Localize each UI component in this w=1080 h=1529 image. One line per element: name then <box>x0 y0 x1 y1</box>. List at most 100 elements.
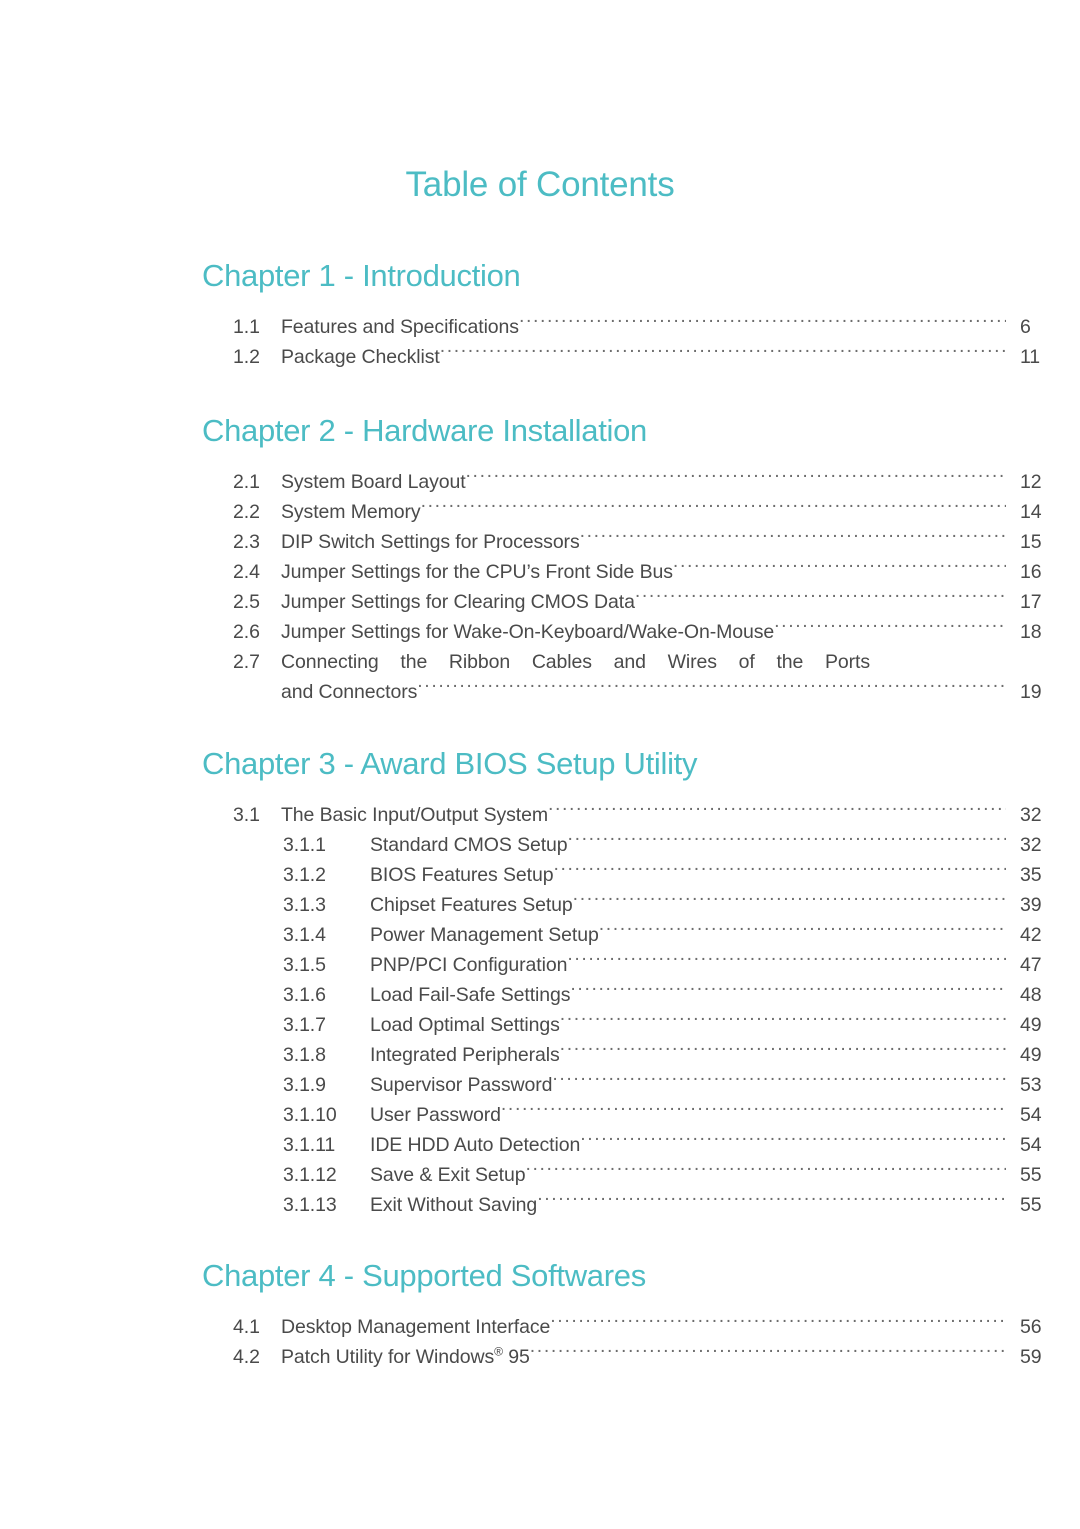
toc-entry-list: 1.1 Features and Specifications 6 1.2 Packag… <box>0 291 1080 372</box>
toc-entry-number: 3.1.6 <box>283 984 326 1006</box>
toc-entry-label: Patch Utility for Windows® 95 <box>281 1342 530 1372</box>
dot-leader <box>568 832 1006 852</box>
chapter-block: Chapter 3 - Award BIOS Setup Utility 3.1 T… <box>0 707 1080 1220</box>
toc-entry[interactable]: 3.1.1 Standard CMOS Setup 32 <box>0 830 1080 860</box>
toc-entry[interactable]: 3.1.9 Supervisor Password 53 <box>0 1070 1080 1100</box>
dot-leader <box>673 559 1006 579</box>
toc-entry-label: Jumper Settings for the CPU’s Front Side… <box>281 561 673 583</box>
toc-entry-page-number: 19 <box>1020 681 1042 703</box>
toc-entry-label: Desktop Management Interface <box>281 1316 551 1338</box>
toc-entry-page-number: 54 <box>1020 1104 1042 1126</box>
toc-entry[interactable]: 3.1 The Basic Input/Output System 32 <box>0 800 1080 830</box>
toc-entry-label: Jumper Settings for Wake-On-Keyboard/Wak… <box>281 621 775 643</box>
toc-entry-label: Connecting the Ribbon Cables and Wires o… <box>281 651 870 673</box>
chapter-heading[interactable]: Chapter 2 - Hardware Installation <box>0 415 1080 446</box>
toc-entry-label-text: Patch Utility for Windows <box>281 1346 495 1368</box>
toc-entry-page-number: 14 <box>1020 501 1042 523</box>
toc-entry[interactable]: 2.7 Connecting the Ribbon Cables and Wire… <box>0 647 1080 707</box>
dot-leader <box>466 469 1006 489</box>
toc-entry[interactable]: 3.1.12 Save & Exit Setup 55 <box>0 1160 1080 1190</box>
toc-entry-label: System Board Layout <box>281 471 466 493</box>
toc-entry[interactable]: 3.1.11 IDE HDD Auto Detection 54 <box>0 1130 1080 1160</box>
dot-leader <box>530 1344 1006 1364</box>
toc-entry[interactable]: 1.1 Features and Specifications 6 <box>0 312 1080 342</box>
dot-leader <box>570 982 1006 1002</box>
toc-entry-number: 2.3 <box>233 531 260 553</box>
toc-entry-label-continued: and Connectors <box>281 681 418 703</box>
toc-entry-number: 3.1 <box>233 804 260 826</box>
toc-entry-label: System Memory <box>281 501 421 523</box>
toc-entry-number: 3.1.7 <box>283 1014 326 1036</box>
toc-entry-number: 3.1.13 <box>283 1194 337 1216</box>
toc-entry-number: 2.5 <box>233 591 260 613</box>
toc-entry[interactable]: 4.2 Patch Utility for Windows® 95 59 <box>0 1342 1080 1372</box>
toc-entry[interactable]: 3.1.13 Exit Without Saving 55 <box>0 1190 1080 1220</box>
toc-entry-number: 1.1 <box>233 316 260 338</box>
toc-entry-page-number: 15 <box>1020 531 1042 553</box>
toc-entry-label: Package Checklist <box>281 346 440 368</box>
toc-entry[interactable]: 3.1.4 Power Management Setup 42 <box>0 920 1080 950</box>
toc-entry[interactable]: 1.2 Package Checklist 11 <box>0 342 1080 372</box>
toc-entry[interactable]: 3.1.10 User Password 54 <box>0 1100 1080 1130</box>
toc-entry-page-number: 39 <box>1020 894 1042 916</box>
toc-entry[interactable]: 3.1.5 PNP/PCI Configuration 47 <box>0 950 1080 980</box>
toc-entry[interactable]: 2.5 Jumper Settings for Clearing CMOS Dat… <box>0 587 1080 617</box>
toc-entry-list: 2.1 System Board Layout 12 2.2 System Memory… <box>0 446 1080 707</box>
dot-leader <box>567 952 1006 972</box>
dot-leader <box>550 1314 1006 1334</box>
dot-leader <box>552 1072 1006 1092</box>
toc-entry[interactable]: 4.1 Desktop Management Interface 56 <box>0 1312 1080 1342</box>
toc-entry[interactable]: 3.1.2 BIOS Features Setup 35 <box>0 860 1080 890</box>
toc-entry-label: Features and Specifications <box>281 316 519 338</box>
toc-entry[interactable]: 2.3 DIP Switch Settings for Processors 15 <box>0 527 1080 557</box>
toc-entry-page-number: 54 <box>1020 1134 1042 1156</box>
toc-entry-label-suffix: 95 <box>502 1346 530 1368</box>
chapters-container: Chapter 1 - Introduction 1.1 Features and … <box>0 202 1080 1372</box>
toc-entry-label: Power Management Setup <box>370 924 599 946</box>
dot-leader <box>560 1042 1006 1062</box>
toc-entry-number: 4.1 <box>233 1316 260 1338</box>
toc-entry-number: 3.1.9 <box>283 1074 326 1096</box>
toc-entry-number: 3.1.3 <box>283 894 326 916</box>
toc-entry[interactable]: 2.6 Jumper Settings for Wake-On-Keyboard/… <box>0 617 1080 647</box>
toc-entry[interactable]: 3.1.3 Chipset Features Setup 39 <box>0 890 1080 920</box>
toc-entry-page-number: 32 <box>1020 834 1042 856</box>
dot-leader <box>580 529 1006 549</box>
toc-entry-number: 3.1.8 <box>283 1044 326 1066</box>
toc-entry[interactable]: 3.1.7 Load Optimal Settings 49 <box>0 1010 1080 1040</box>
toc-entry-line: and Connectors 19 <box>0 677 1080 707</box>
toc-entry-label: The Basic Input/Output System <box>281 804 548 826</box>
toc-entry-page-number: 32 <box>1020 804 1042 826</box>
toc-entry-number: 3.1.12 <box>283 1164 337 1186</box>
toc-entry-label: Standard CMOS Setup <box>370 834 568 856</box>
toc-entry-number: 4.2 <box>233 1346 260 1368</box>
toc-entry-page-number: 18 <box>1020 621 1042 643</box>
toc-entry-page-number: 17 <box>1020 591 1042 613</box>
toc-entry-number: 3.1.11 <box>283 1134 336 1156</box>
toc-entry[interactable]: 2.2 System Memory 14 <box>0 497 1080 527</box>
toc-entry[interactable]: 2.1 System Board Layout 12 <box>0 467 1080 497</box>
chapter-heading[interactable]: Chapter 4 - Supported Softwares <box>0 1260 1080 1291</box>
toc-entry-page-number: 55 <box>1020 1164 1042 1186</box>
toc-entry-page-number: 53 <box>1020 1074 1042 1096</box>
toc-entry[interactable]: 2.4 Jumper Settings for the CPU’s Front S… <box>0 557 1080 587</box>
dot-leader <box>774 619 1006 639</box>
toc-entry-number: 3.1.1 <box>283 834 326 856</box>
toc-entry[interactable]: 3.1.8 Integrated Peripherals 49 <box>0 1040 1080 1070</box>
toc-entry-label: Jumper Settings for Clearing CMOS Data <box>281 591 635 613</box>
toc-entry-number: 3.1.4 <box>283 924 326 946</box>
toc-entry-number: 2.7 <box>233 651 260 673</box>
toc-entry-page-number: 49 <box>1020 1014 1042 1036</box>
toc-entry-page-number: 49 <box>1020 1044 1042 1066</box>
chapter-heading[interactable]: Chapter 1 - Introduction <box>0 260 1080 291</box>
toc-entry[interactable]: 3.1.6 Load Fail-Safe Settings 48 <box>0 980 1080 1010</box>
dot-leader <box>635 589 1006 609</box>
toc-entry-number: 2.2 <box>233 501 260 523</box>
toc-entry-page-number: 56 <box>1020 1316 1042 1338</box>
toc-entry-number: 2.6 <box>233 621 260 643</box>
toc-entry-page-number: 55 <box>1020 1194 1042 1216</box>
toc-entry-label: Load Fail-Safe Settings <box>370 984 571 1006</box>
toc-entry-number: 3.1.10 <box>283 1104 337 1126</box>
toc-entry-number: 3.1.5 <box>283 954 326 976</box>
chapter-heading[interactable]: Chapter 3 - Award BIOS Setup Utility <box>0 748 1080 779</box>
